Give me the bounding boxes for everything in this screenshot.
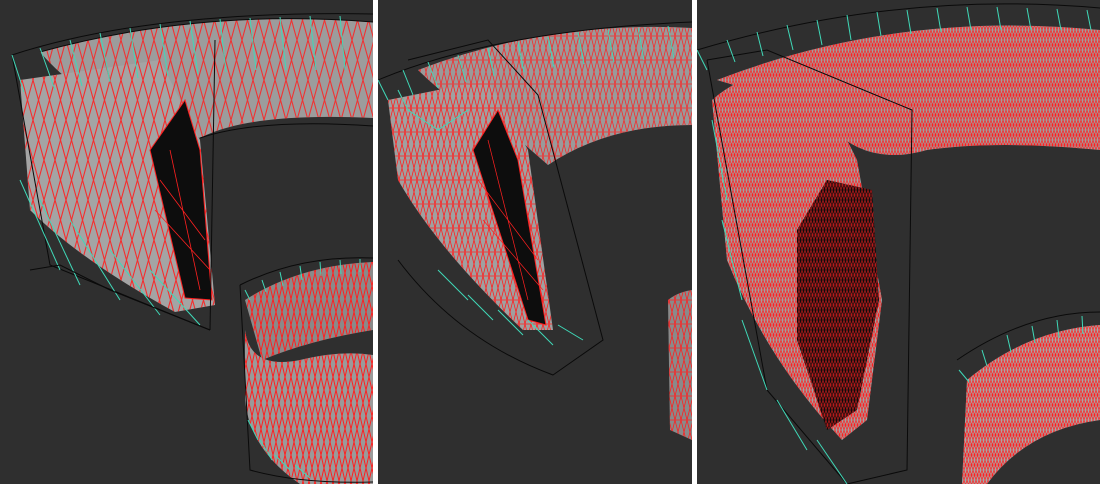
medium-mesh-render [378,21,692,440]
small-ring [668,290,692,440]
fine-mesh-view [697,0,1100,484]
coarse-mesh-render [11,13,373,484]
medium-mesh-view [378,0,692,484]
coarse-mesh-view [0,0,373,484]
fine-mesh-render [697,3,1100,484]
small-ring [239,257,373,484]
figure-strip [0,0,1100,484]
small-ring [956,311,1100,484]
